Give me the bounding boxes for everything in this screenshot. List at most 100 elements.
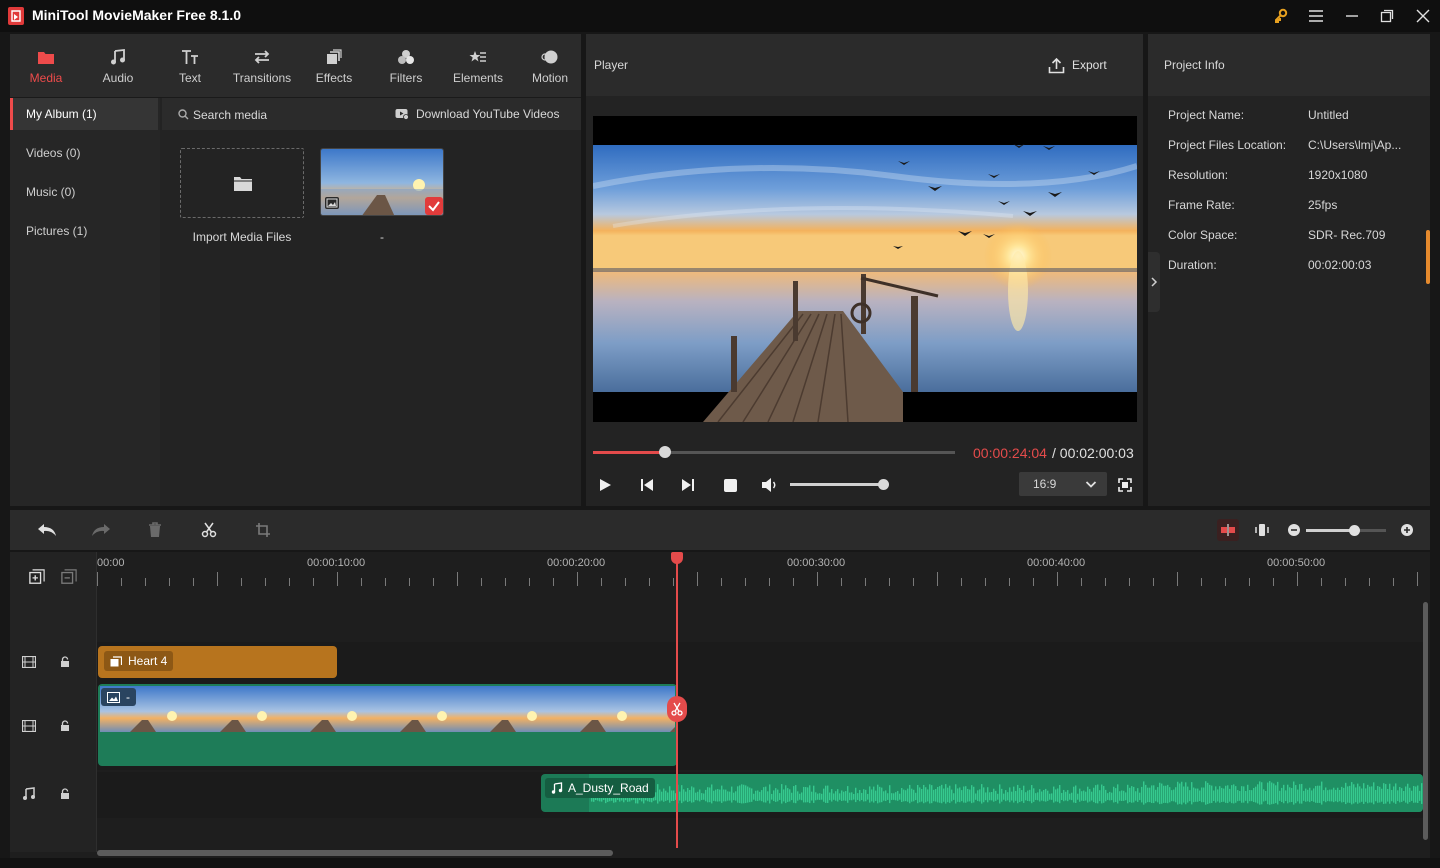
remove-track-icon[interactable] (61, 569, 77, 585)
info-scrollbar[interactable] (1426, 230, 1430, 284)
ruler-tick (553, 578, 554, 586)
timeline-vertical-scrollbar[interactable] (1423, 602, 1428, 840)
project-info-title: Project Info (1164, 58, 1225, 72)
ruler-tick (1369, 578, 1370, 586)
media-icon (37, 47, 55, 67)
undo-icon[interactable] (36, 519, 58, 541)
play-button[interactable] (594, 474, 616, 496)
timeline-horizontal-scrollbar[interactable] (97, 850, 613, 856)
app-logo-icon (8, 7, 24, 25)
media-thumbnail[interactable] (320, 148, 444, 216)
next-frame-button[interactable] (677, 474, 699, 496)
media-content: Search media Download YouTube Videos Imp… (162, 98, 581, 506)
delete-icon[interactable] (144, 519, 166, 541)
tab-label: Elements (452, 71, 504, 85)
crop-icon[interactable] (252, 519, 274, 541)
volume-handle[interactable] (878, 479, 889, 490)
info-label: Project Files Location: (1168, 138, 1287, 152)
add-track-icon[interactable] (29, 569, 45, 585)
video-preview[interactable] (593, 116, 1137, 422)
ruler-tick (265, 578, 266, 586)
ruler-tick (1009, 578, 1010, 586)
tab-effects[interactable]: Effects (298, 34, 370, 98)
ruler-label: 00:00:40:00 (1027, 557, 1086, 569)
ruler-tick (1105, 578, 1106, 586)
video-clip-label: - (126, 690, 130, 704)
timeline: 00:00 00:00:10:00 00:00:20:00 00:00:30:0… (10, 552, 1430, 868)
export-button[interactable]: Export (1048, 54, 1107, 76)
tab-label: Audio (102, 71, 134, 85)
volume-icon[interactable] (759, 474, 781, 496)
video-clip-frames (100, 686, 675, 732)
ruler-tick (1129, 578, 1130, 586)
ruler-tick (457, 572, 458, 586)
ruler-tick (505, 578, 506, 586)
ruler-tick (1297, 572, 1298, 586)
tab-transitions[interactable]: Transitions (226, 34, 298, 98)
playhead-handle[interactable] (671, 552, 683, 564)
ruler-tick (433, 578, 434, 586)
tab-motion[interactable]: Motion (514, 34, 586, 98)
audio-clip[interactable]: A_Dusty_Road (541, 774, 1423, 812)
tab-text[interactable]: Text (154, 34, 226, 98)
youtube-icon (395, 108, 409, 120)
ruler-tick (793, 578, 794, 586)
playback-progress-slider[interactable] (593, 446, 955, 458)
minimize-button[interactable] (1342, 6, 1362, 26)
collapse-panel-button[interactable] (1148, 252, 1160, 312)
search-input[interactable]: Search media (193, 108, 267, 122)
tab-filters[interactable]: Filters (370, 34, 442, 98)
stop-button[interactable] (719, 474, 741, 496)
split-at-playhead-button[interactable] (667, 696, 687, 722)
selected-check-icon (425, 197, 443, 215)
key-icon[interactable] (1271, 6, 1291, 26)
ruler-tick (337, 572, 338, 586)
title-clip[interactable]: Heart 4 (98, 646, 337, 678)
progress-handle[interactable] (659, 446, 672, 458)
redo-icon[interactable] (90, 519, 112, 541)
ruler-tick (1153, 578, 1154, 586)
snap-icon[interactable] (1217, 519, 1239, 541)
ruler-tick (1033, 578, 1034, 586)
maximize-button[interactable] (1377, 6, 1397, 26)
album-item-pictures[interactable]: Pictures (1) (10, 215, 158, 247)
timeline-zoom-slider[interactable] (1306, 525, 1386, 536)
info-label: Color Space: (1168, 228, 1238, 242)
import-media-button[interactable] (180, 148, 304, 218)
ruler-tick (985, 578, 986, 586)
lock-icon[interactable] (57, 786, 73, 802)
download-youtube-button[interactable]: Download YouTube Videos (416, 107, 559, 121)
album-item-music[interactable]: Music (0) (10, 176, 158, 208)
tab-media[interactable]: Media (10, 34, 82, 98)
lock-icon[interactable] (57, 718, 73, 734)
album-item-my-album[interactable]: My Album (1) (10, 98, 158, 130)
ruler-tick (865, 578, 866, 586)
fullscreen-icon[interactable] (1114, 474, 1136, 496)
video-clip[interactable]: - (98, 684, 677, 766)
track-headers (10, 552, 97, 852)
audio-sync-icon[interactable] (1251, 519, 1273, 541)
split-scissors-icon[interactable] (198, 519, 220, 541)
lock-icon[interactable] (57, 654, 73, 670)
ruler-tick (1057, 572, 1058, 586)
album-item-videos[interactable]: Videos (0) (10, 137, 158, 169)
zoom-out-icon[interactable] (1283, 519, 1305, 541)
video-clip-tag: - (101, 688, 136, 706)
zoom-in-icon[interactable] (1396, 519, 1418, 541)
aspect-ratio-select[interactable]: 16:9 (1019, 472, 1107, 496)
ruler-label: 00:00:50:00 (1267, 557, 1326, 569)
close-button[interactable] (1413, 6, 1433, 26)
ruler-tick (217, 572, 218, 586)
info-label: Resolution: (1168, 168, 1229, 182)
timeline-ruler[interactable]: 00:00 00:00:10:00 00:00:20:00 00:00:30:0… (97, 552, 1430, 602)
volume-slider[interactable] (790, 479, 889, 490)
previous-frame-button[interactable] (636, 474, 658, 496)
tab-audio[interactable]: Audio (82, 34, 154, 98)
ruler-tick (937, 572, 938, 586)
ruler-tick (313, 578, 314, 586)
ruler-tick (1345, 578, 1346, 586)
tab-elements[interactable]: Elements (442, 34, 514, 98)
zoom-handle[interactable] (1349, 525, 1360, 536)
menu-icon[interactable] (1306, 6, 1326, 26)
zoom-fill (1306, 529, 1354, 532)
